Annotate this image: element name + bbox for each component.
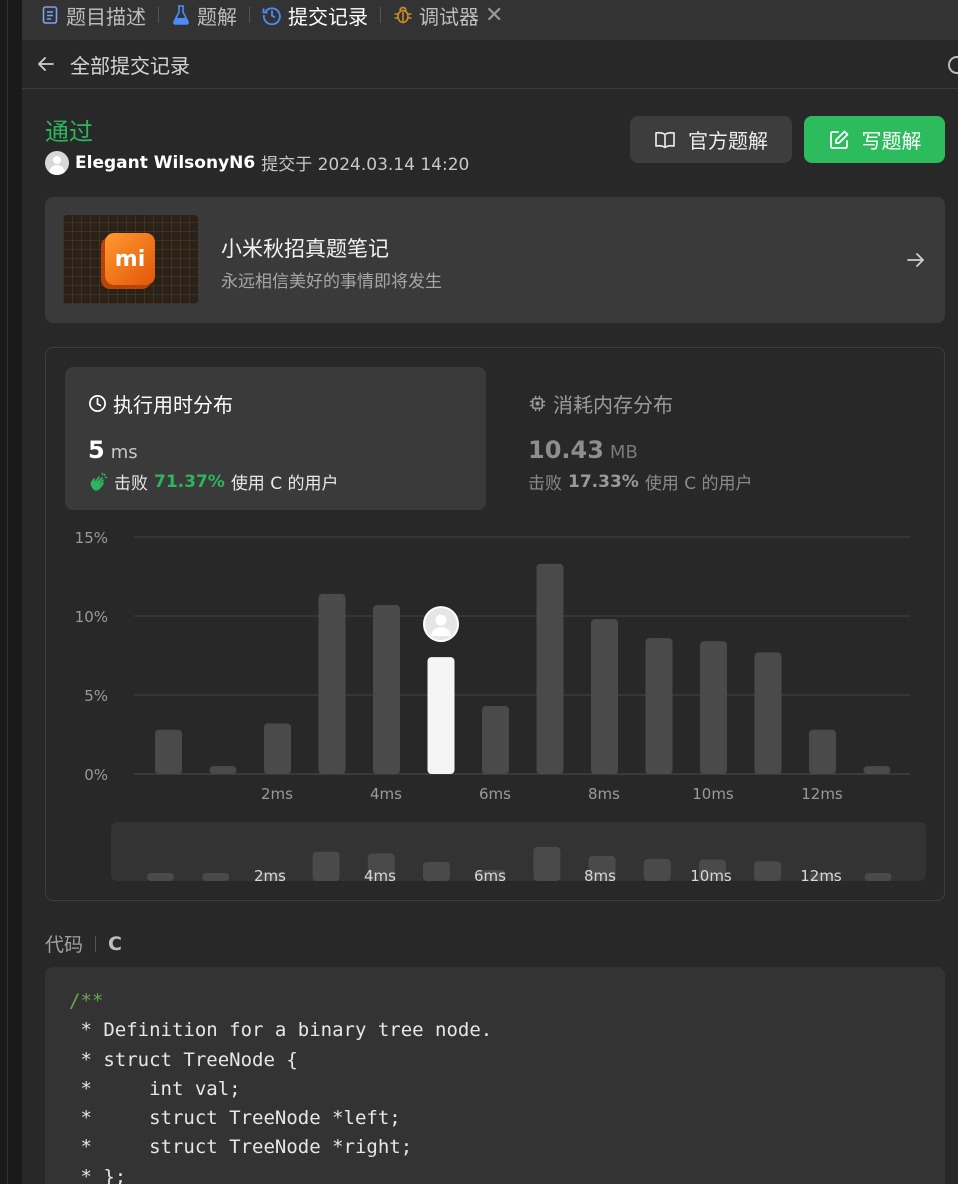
button-label: 写题解 xyxy=(861,129,922,153)
navigator-bar xyxy=(202,873,230,881)
navigator-bar xyxy=(147,873,174,881)
flask-icon xyxy=(171,5,191,25)
bar[interactable] xyxy=(536,563,564,774)
code-line: * struct TreeNode *right; xyxy=(69,1136,413,1159)
code-line: * Definition for a binary tree node. xyxy=(69,1019,493,1042)
navigator-bar xyxy=(643,858,671,881)
tab-label: 提交记录 xyxy=(288,4,368,29)
bar[interactable] xyxy=(264,723,291,774)
tab-label: 题解 xyxy=(197,4,237,29)
x-tick-label: 4ms xyxy=(370,785,402,803)
username[interactable]: Elegant WilsonyN6 xyxy=(75,153,255,173)
note-icon[interactable] xyxy=(948,56,958,74)
history-icon xyxy=(262,5,282,25)
runtime-distribution-chart[interactable]: 0% 5% 10% 15% 2ms 4ms 6ms 8ms 10ms 12ms 2ms 4ms 6ms 8… xyxy=(46,348,946,902)
bug-icon xyxy=(393,5,413,25)
arrow-right-icon xyxy=(907,253,924,267)
button-label: 官方题解 xyxy=(688,129,768,153)
write-solution-button[interactable]: 写题解 xyxy=(804,116,945,163)
tab-submissions[interactable]: 提交记录 xyxy=(262,0,368,35)
code-line: * int val; xyxy=(69,1077,241,1100)
code-block[interactable]: /** * Definition for a binary tree node.… xyxy=(45,967,945,1184)
code-header: 代码 C xyxy=(45,930,122,957)
bar[interactable] xyxy=(373,604,400,774)
official-solution-button[interactable]: 官方题解 xyxy=(630,116,792,163)
navigator-bar xyxy=(312,851,340,881)
bar-highlight[interactable] xyxy=(427,657,455,774)
y-tick-label: 0% xyxy=(84,766,108,784)
description-icon xyxy=(40,5,60,25)
book-icon xyxy=(655,131,675,148)
tab-debugger[interactable]: 调试器 xyxy=(393,0,479,35)
left-gutter xyxy=(0,0,22,1184)
submission-status: 通过 xyxy=(45,118,93,146)
x-tick-label: 6ms xyxy=(479,785,511,803)
bar[interactable] xyxy=(155,729,182,774)
tab-bar: 题目描述 题解 提交记录 调试器 ✕ xyxy=(22,0,958,40)
navigator-bar xyxy=(533,846,561,881)
submit-time: 提交于 2024.03.14 14:20 xyxy=(261,155,470,175)
navigator-tick-label: 8ms xyxy=(584,867,616,885)
navigator-tick-label: 2ms xyxy=(254,867,286,885)
navigator-tick-label: 12ms xyxy=(800,867,842,885)
navigator-tick-label: 6ms xyxy=(474,867,506,885)
y-tick-label: 15% xyxy=(75,529,108,547)
xiaomi-logo: mi xyxy=(105,233,155,285)
promo-title: 小米秋招真题笔记 xyxy=(221,237,389,261)
code-language: C xyxy=(108,932,122,955)
avatar-head xyxy=(435,614,447,626)
bar[interactable] xyxy=(863,766,891,774)
code-line: * struct TreeNode { xyxy=(69,1048,298,1071)
code-line: /** xyxy=(69,990,104,1012)
tab-description[interactable]: 题目描述 xyxy=(40,0,146,35)
divider xyxy=(95,935,97,952)
navigator-tick-label: 10ms xyxy=(690,867,732,885)
submission-panel: 题目描述 题解 提交记录 调试器 ✕ 全部提交记录 通过 Elegant Wil… xyxy=(22,0,958,1184)
bar[interactable] xyxy=(645,638,673,774)
x-tick-label: 12ms xyxy=(801,785,843,803)
y-tick-label: 5% xyxy=(84,687,108,705)
performance-panel: 执行用时分布 5 ms 击败 71.37% 使用 C 的用户 消耗内存分布 10… xyxy=(45,347,945,901)
bar[interactable] xyxy=(700,641,727,774)
x-tick-label: 8ms xyxy=(588,785,620,803)
promo-card[interactable]: mi 小米秋招真题笔记 永远相信美好的事情即将发生 xyxy=(45,197,945,323)
submitter-info: Elegant WilsonyN6 提交于 2024.03.14 14:20 xyxy=(45,150,469,175)
code-line: * }; xyxy=(69,1165,127,1184)
tab-label: 题目描述 xyxy=(66,4,146,29)
tab-divider xyxy=(249,7,250,23)
navigator-bar xyxy=(754,861,782,881)
promo-subtitle: 永远相信美好的事情即将发生 xyxy=(221,272,442,292)
tab-label: 调试器 xyxy=(419,4,479,29)
tab-divider xyxy=(380,7,381,23)
bar[interactable] xyxy=(209,766,237,774)
bar[interactable] xyxy=(809,729,836,774)
back-arrow-icon[interactable] xyxy=(36,54,56,74)
tab-solutions[interactable]: 题解 xyxy=(171,0,237,35)
y-tick-label: 10% xyxy=(75,608,108,626)
all-submissions-link[interactable]: 全部提交记录 xyxy=(70,50,190,79)
bar[interactable] xyxy=(482,706,509,774)
code-label: 代码 xyxy=(45,934,84,956)
breadcrumb: 全部提交记录 xyxy=(22,40,958,89)
bar[interactable] xyxy=(318,593,346,774)
tab-divider xyxy=(158,7,159,23)
x-tick-label: 2ms xyxy=(261,785,293,803)
navigator-bar xyxy=(423,862,450,881)
bar[interactable] xyxy=(591,619,618,774)
code-line: * struct TreeNode *left; xyxy=(69,1107,401,1130)
bar[interactable] xyxy=(754,652,782,774)
avatar[interactable] xyxy=(45,150,69,175)
close-icon[interactable]: ✕ xyxy=(485,3,503,28)
x-tick-label: 10ms xyxy=(692,785,734,803)
promo-thumbnail: mi xyxy=(63,215,198,304)
navigator-bar xyxy=(864,873,892,881)
navigator-tick-label: 4ms xyxy=(364,867,396,885)
edit-icon xyxy=(829,130,848,149)
